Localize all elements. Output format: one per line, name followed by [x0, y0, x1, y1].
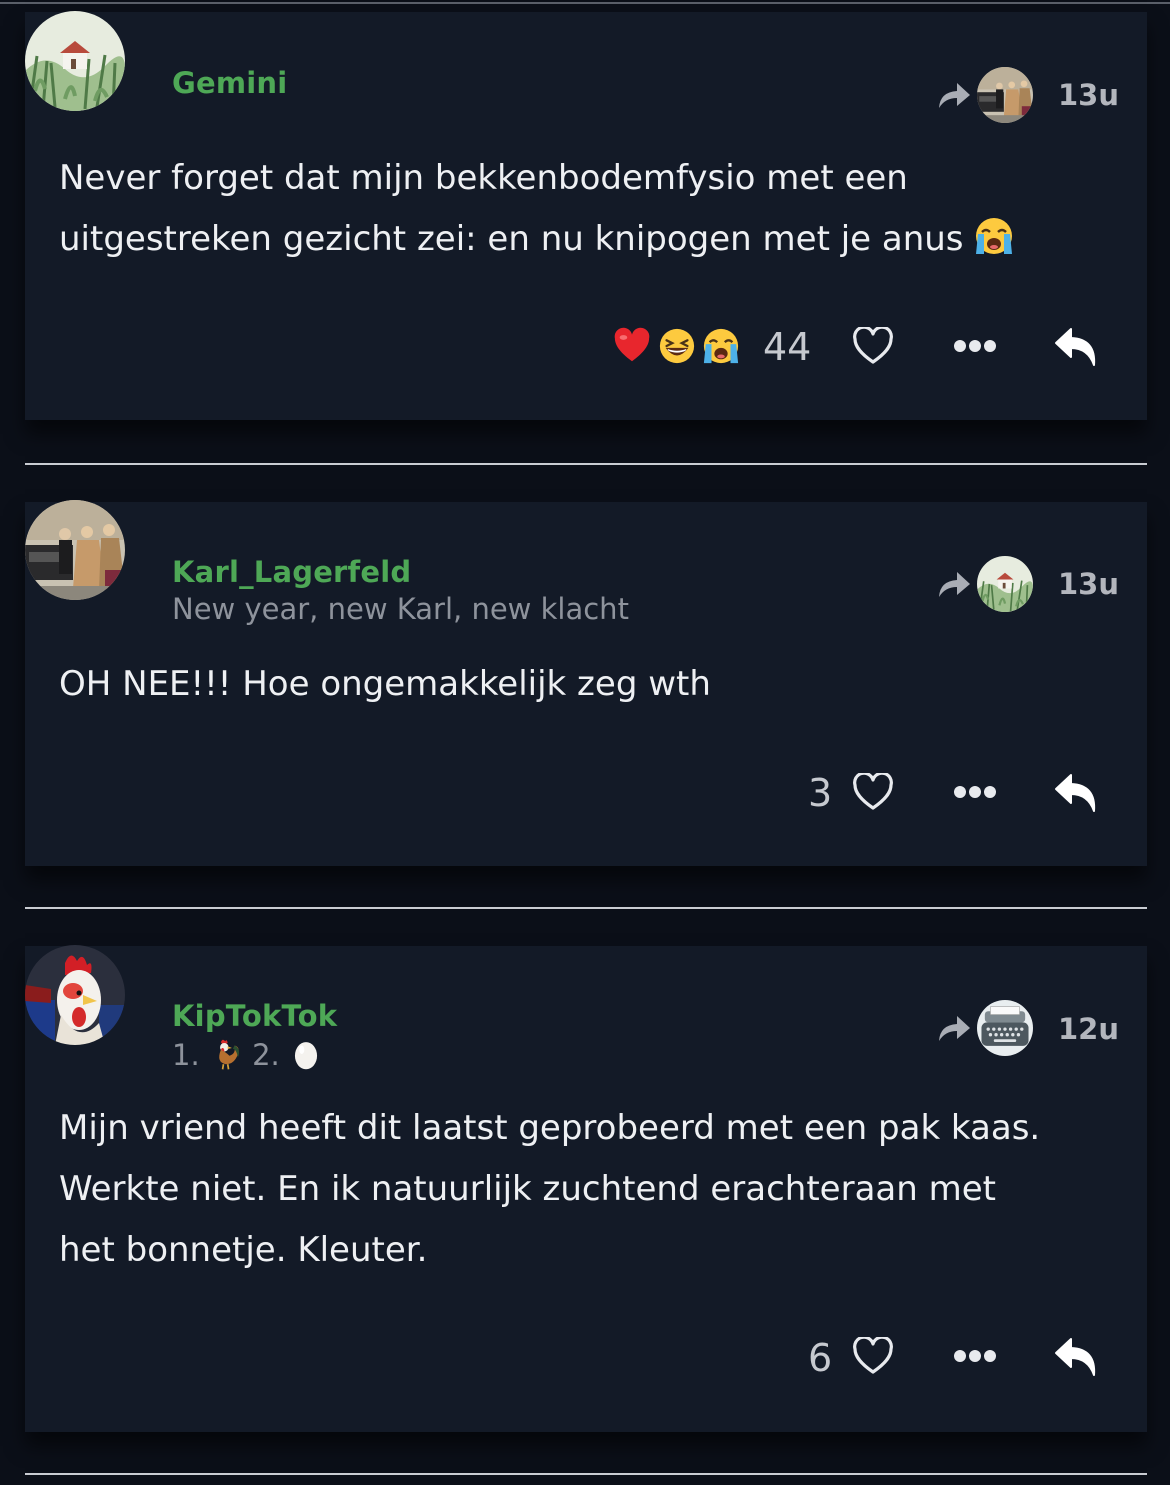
share-icon: [937, 569, 971, 599]
like-button[interactable]: [852, 1337, 894, 1375]
reply-button[interactable]: [1054, 327, 1098, 367]
bio-part: 2.: [252, 1038, 280, 1072]
post-divider: [25, 1473, 1147, 1475]
post-text-content: OH NEE!!! Hoe ongemakkelijk zeg wth: [59, 664, 711, 704]
rooster-avatar-icon: [25, 945, 125, 1045]
egg-icon: [289, 1037, 323, 1071]
username[interactable]: Gemini: [172, 66, 287, 100]
repost-avatar[interactable]: [977, 1000, 1033, 1056]
countryside-house-avatar-icon: [977, 556, 1033, 612]
reply-button[interactable]: [1054, 1337, 1098, 1377]
avatar[interactable]: [25, 945, 125, 1045]
user-bio: 1. 2.: [172, 1037, 323, 1072]
more-options-button[interactable]: [953, 1349, 997, 1363]
top-divider: [0, 2, 1170, 4]
street-photo-avatar-icon: [977, 67, 1033, 123]
username[interactable]: Karl_Lagerfeld: [172, 555, 411, 589]
loudly-crying-face-icon: [702, 327, 740, 365]
like-button[interactable]: [852, 773, 894, 811]
post-text-content: Never forget dat mijn bekkenbodemfysio m…: [59, 158, 964, 259]
post-text: OH NEE!!! Hoe ongemakkelijk zeg wth: [59, 654, 1119, 715]
post-time: 13u: [1058, 78, 1120, 112]
repost-avatar[interactable]: [977, 67, 1033, 123]
bio-part: 1.: [172, 1038, 200, 1072]
typewriter-avatar-icon: [977, 1000, 1033, 1056]
like-count[interactable]: 3: [808, 771, 832, 815]
street-photo-avatar-icon: [25, 500, 125, 600]
red-heart-icon: [613, 327, 651, 365]
like-count[interactable]: 6: [808, 1336, 832, 1380]
post-divider: [25, 907, 1147, 909]
share-icon: [937, 1013, 971, 1043]
user-bio: New year, new Karl, new klacht: [172, 592, 629, 626]
reply-button[interactable]: [1054, 773, 1098, 813]
loudly-crying-face-icon: [974, 216, 1014, 256]
more-options-button[interactable]: [953, 339, 997, 353]
post-text: Never forget dat mijn bekkenbodemfysio m…: [59, 148, 1119, 270]
username[interactable]: KipTokTok: [172, 999, 337, 1033]
avatar[interactable]: [25, 500, 125, 600]
grinning-squinting-face-icon: [658, 327, 696, 365]
avatar[interactable]: [25, 11, 125, 111]
repost-avatar[interactable]: [977, 556, 1033, 612]
post-text-content: Mijn vriend heeft dit laatst geprobeerd …: [59, 1108, 1041, 1270]
more-options-button[interactable]: [953, 785, 997, 799]
post-divider: [25, 463, 1147, 465]
like-button[interactable]: [852, 327, 894, 365]
like-count[interactable]: 44: [763, 325, 811, 369]
rooster-icon: [209, 1037, 243, 1071]
post-text: Mijn vriend heeft dit laatst geprobeerd …: [59, 1098, 1059, 1281]
countryside-house-avatar-icon: [25, 11, 125, 111]
post-time: 13u: [1058, 567, 1120, 601]
post-time: 12u: [1058, 1012, 1120, 1046]
share-icon: [937, 80, 971, 110]
